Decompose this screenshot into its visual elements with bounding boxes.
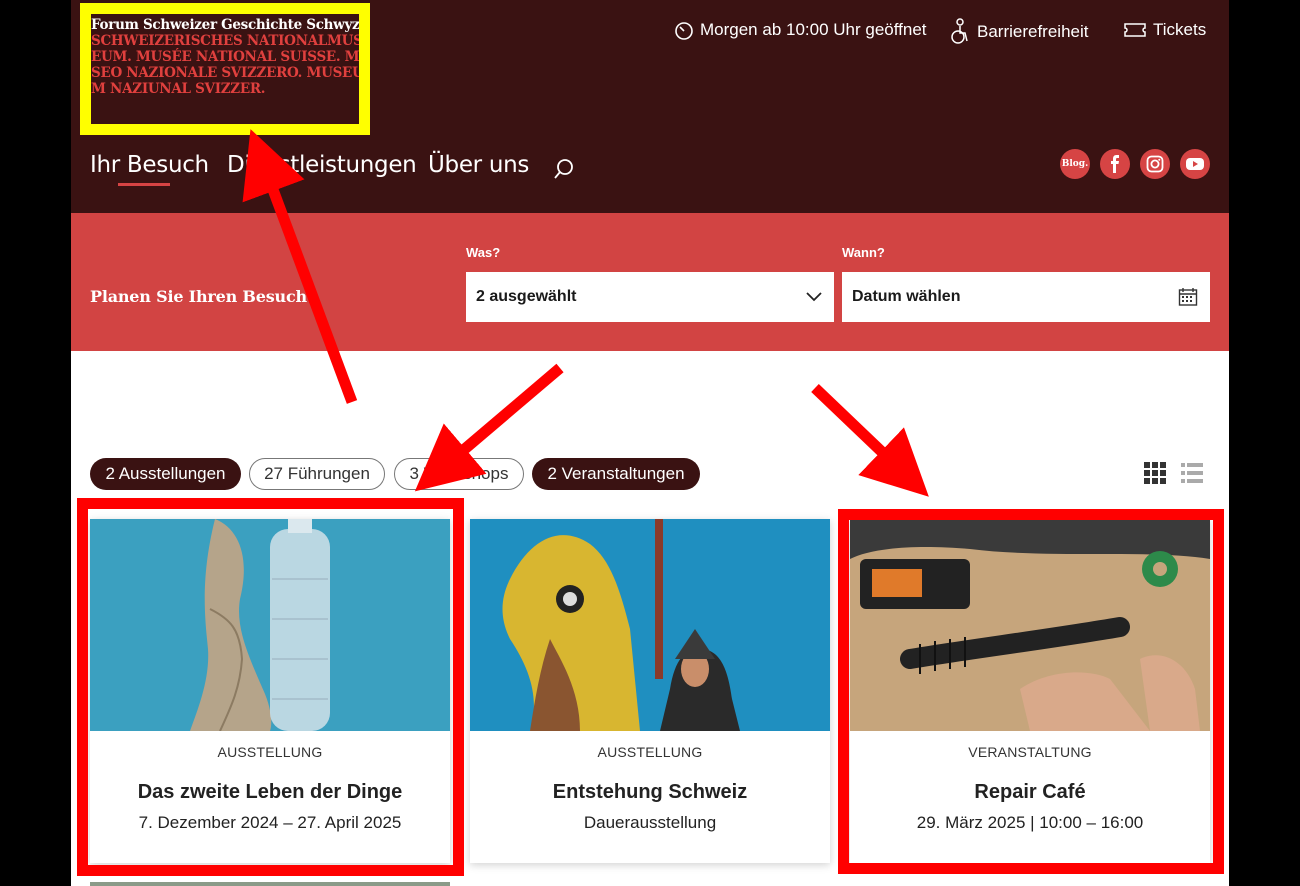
chevron-down-icon bbox=[806, 292, 822, 302]
event-card[interactable]: VERANSTALTUNG Repair Café 29. März 2025 … bbox=[850, 519, 1210, 863]
accessibility-text: Barrierefreiheit bbox=[977, 22, 1089, 41]
logo-line: SCHWEIZERISCHES NATIONALMUS bbox=[91, 33, 363, 49]
date-picker-field[interactable]: Datum wählen bbox=[842, 272, 1210, 322]
logo-line: Forum Schweizer Geschichte Schwyz. bbox=[91, 17, 364, 33]
tickets-link[interactable]: Tickets bbox=[1123, 20, 1206, 40]
card-title: Das zweite Leben der Dinge bbox=[137, 781, 403, 803]
facebook-icon[interactable] bbox=[1100, 149, 1130, 179]
accessibility-link[interactable]: Barrierefreiheit bbox=[949, 18, 1089, 46]
was-dropdown[interactable]: 2 ausgewählt bbox=[466, 272, 834, 322]
was-label: Was? bbox=[466, 245, 501, 260]
clock-icon bbox=[675, 22, 693, 40]
card-type: AUSSTELLUNG bbox=[217, 744, 323, 760]
logo-line: SEO NAZIONALE SVIZZERO. MUSEU bbox=[91, 65, 364, 81]
nav-item-ihr-besuch[interactable]: Ihr Besuch bbox=[90, 152, 209, 178]
search-icon[interactable] bbox=[553, 158, 575, 180]
accessibility-icon bbox=[951, 18, 968, 44]
card-image bbox=[470, 519, 830, 731]
filter-chip-fuehrungen[interactable]: 27 Führungen bbox=[249, 458, 385, 490]
opening-hours-text: Morgen ab 10:00 Uhr geöffnet bbox=[700, 20, 927, 39]
next-card-preview bbox=[90, 882, 450, 886]
ticket-icon bbox=[1124, 23, 1146, 37]
card-image bbox=[90, 519, 450, 731]
opening-hours-link[interactable]: Morgen ab 10:00 Uhr geöffnet bbox=[674, 20, 927, 40]
site-header: Forum Schweizer Geschichte Schwyz. SCHWE… bbox=[71, 0, 1229, 213]
logo-line: M NAZIUNAL SVIZZER. bbox=[91, 81, 266, 97]
card-type: VERANSTALTUNG bbox=[968, 744, 1092, 760]
grid-view-icon[interactable] bbox=[1144, 462, 1166, 484]
card-date: 7. Dezember 2024 – 27. April 2025 bbox=[138, 813, 402, 832]
site-logo[interactable]: Forum Schweizer Geschichte Schwyz. SCHWE… bbox=[80, 3, 370, 135]
card-subtitle: Dauerausstellung bbox=[583, 813, 717, 832]
logo-line: EUM. MUSÉE NATIONAL SUISSE. MU bbox=[91, 49, 370, 65]
plan-visit-title: Planen Sie Ihren Besuch bbox=[90, 287, 307, 306]
card-date: 29. März 2025 | 10:00 – 16:00 bbox=[916, 813, 1144, 832]
was-value: 2 ausgewählt bbox=[476, 288, 577, 305]
wann-label: Wann? bbox=[842, 245, 885, 260]
wann-value: Datum wählen bbox=[852, 288, 961, 305]
instagram-icon[interactable] bbox=[1140, 149, 1170, 179]
tickets-text: Tickets bbox=[1153, 20, 1207, 39]
nav-active-underline bbox=[118, 183, 170, 186]
calendar-icon bbox=[1178, 288, 1198, 306]
filter-chip-workshops[interactable]: 3 Workshops bbox=[394, 458, 524, 490]
list-view-icon[interactable] bbox=[1181, 462, 1203, 484]
card-type: AUSSTELLUNG bbox=[597, 744, 703, 760]
filter-chip-veranstaltungen[interactable]: 2 Veranstaltungen bbox=[532, 458, 700, 490]
event-card[interactable]: AUSSTELLUNG Das zweite Leben der Dinge 7… bbox=[90, 519, 450, 863]
card-title: Entstehung Schweiz bbox=[552, 781, 748, 803]
filter-chip-ausstellungen[interactable]: 2 Ausstellungen bbox=[90, 458, 241, 490]
youtube-icon[interactable] bbox=[1180, 149, 1210, 179]
page: Forum Schweizer Geschichte Schwyz. SCHWE… bbox=[71, 0, 1229, 886]
blog-icon[interactable]: Blog. bbox=[1060, 149, 1090, 179]
blog-label: Blog. bbox=[1061, 159, 1089, 169]
plan-visit-bar: Planen Sie Ihren Besuch Was? 2 ausgewähl… bbox=[71, 213, 1229, 351]
card-title: Repair Café bbox=[974, 781, 1086, 803]
nav-item-ueber-uns[interactable]: Über uns bbox=[428, 152, 529, 178]
nav-item-dienstleistungen[interactable]: Dienstleistungen bbox=[227, 152, 417, 178]
card-image bbox=[850, 519, 1210, 731]
event-card[interactable]: AUSSTELLUNG Entstehung Schweiz Dauerauss… bbox=[470, 519, 830, 863]
